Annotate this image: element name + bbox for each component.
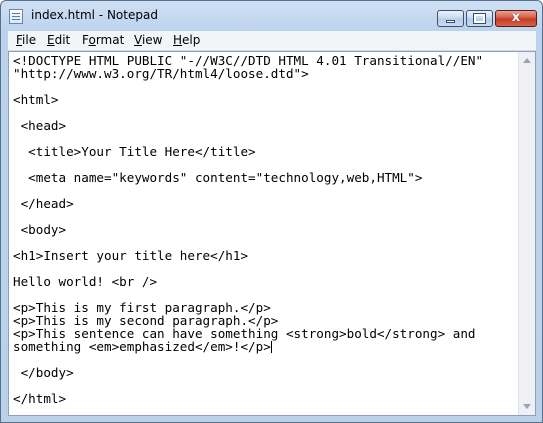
- editor-line: <body>: [13, 222, 67, 237]
- editor-line: <head>: [13, 118, 67, 133]
- minimize-button[interactable]: [437, 10, 464, 27]
- minimize-icon: [446, 20, 455, 23]
- editor-line: </head>: [13, 196, 74, 211]
- editor-line: </body>: [13, 365, 74, 380]
- editor-line: "http://www.w3.org/TR/html4/loose.dtd">: [13, 66, 309, 81]
- editor-line: <meta name="keywords" content="technolog…: [13, 170, 423, 185]
- notepad-window: index.html - Notepad x File Edit Format …: [0, 0, 543, 423]
- menu-edit[interactable]: Edit: [47, 33, 70, 47]
- menu-view[interactable]: View: [134, 33, 162, 47]
- menu-format-label: rmat: [95, 33, 125, 47]
- menu-edit-accel: E: [47, 33, 55, 47]
- editor-line: <h1>Insert your title here</h1>: [13, 248, 249, 263]
- maximize-icon: [473, 13, 486, 24]
- title-bar[interactable]: index.html - Notepad x: [1, 1, 542, 31]
- scroll-up-icon[interactable]: [523, 58, 531, 63]
- close-icon: x: [511, 10, 521, 25]
- maximize-button[interactable]: [466, 10, 493, 27]
- text-caret: [270, 341, 272, 353]
- menu-help-accel: H: [173, 33, 183, 47]
- notepad-icon[interactable]: [9, 9, 23, 24]
- menu-bar: File Edit Format View Help: [8, 31, 536, 51]
- close-button[interactable]: x: [495, 10, 537, 27]
- editor-line: </html>: [13, 391, 67, 406]
- editor-line: something <em>emphasized</em>!</p>: [13, 339, 272, 354]
- menu-file-label: ile: [22, 33, 37, 47]
- menu-format[interactable]: Format: [82, 33, 124, 47]
- menu-format-accel: o: [88, 33, 96, 47]
- editor-line: <title>Your Title Here</title>: [13, 144, 256, 159]
- menu-view-accel: V: [134, 33, 142, 47]
- vertical-scrollbar[interactable]: [518, 52, 535, 415]
- scroll-down-icon[interactable]: [523, 404, 531, 409]
- menu-view-label: iew: [141, 33, 163, 47]
- editor-line: <html>: [13, 92, 59, 107]
- text-editor[interactable]: <!DOCTYPE HTML PUBLIC "-//W3C//DTD HTML …: [8, 51, 536, 416]
- window-title: index.html - Notepad: [31, 8, 158, 22]
- menu-help[interactable]: Help: [173, 33, 200, 47]
- menu-edit-label: dit: [54, 33, 71, 47]
- editor-line: Hello world! <br />: [13, 274, 158, 289]
- menu-file[interactable]: File: [16, 33, 36, 47]
- menu-help-label: elp: [182, 33, 201, 47]
- editor-text[interactable]: <!DOCTYPE HTML PUBLIC "-//W3C//DTD HTML …: [13, 54, 513, 405]
